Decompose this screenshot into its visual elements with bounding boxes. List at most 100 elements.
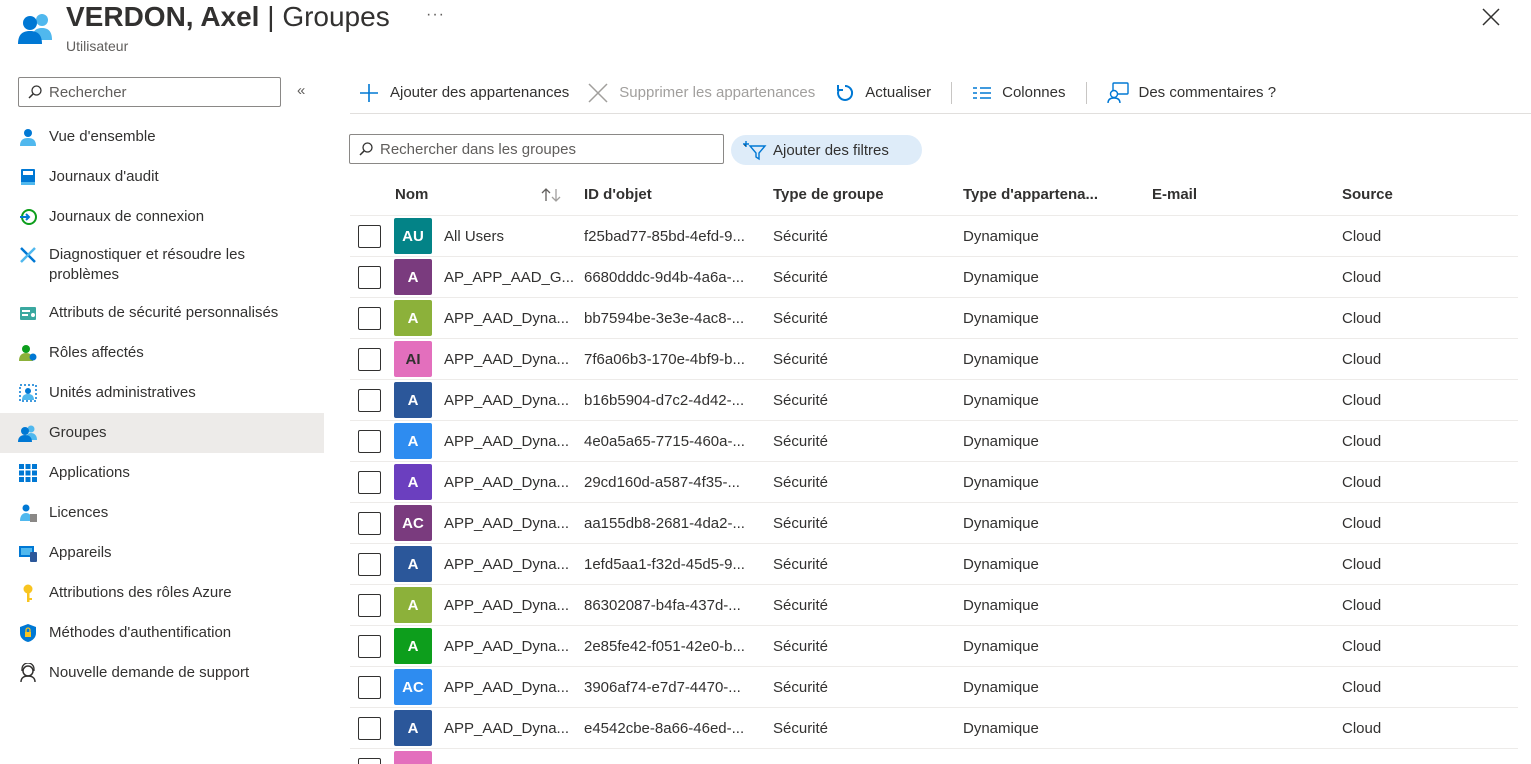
table-row[interactable]: A APP_AAD_Dyna... 1efd5aa1-f32d-45d5-9... S… <box>350 544 1518 585</box>
sidebar-item-label: Attributions des rôles Azure <box>49 584 232 601</box>
object-id-cell: 4e0a5a65-7715-460a-... <box>584 433 745 450</box>
table-row[interactable]: A APP_AAD_Dyna... 86302087-b4fa-437d-... Sé… <box>350 585 1518 626</box>
row-checkbox[interactable] <box>358 635 381 658</box>
admin-units-icon <box>19 384 37 402</box>
row-checkbox[interactable] <box>358 348 381 371</box>
object-id-cell: f25bad77-85bd-4efd-9... <box>584 228 745 245</box>
sidebar-item-auth-methods[interactable]: Méthodes d'authentification <box>0 613 324 653</box>
sidebar-item-security-attributes[interactable]: Attributs de sécurité personnalisés <box>0 293 324 333</box>
row-checkbox[interactable] <box>358 553 381 576</box>
object-id-cell: 6680dddc-9d4b-4a6a-... <box>584 269 745 286</box>
group-name-link[interactable]: APP_AAD_Dyna... <box>444 474 569 491</box>
group-name-link[interactable]: All Users <box>444 228 504 245</box>
group-name-link[interactable]: APP_AAD_Dyna... <box>444 679 569 696</box>
column-header-name[interactable]: Nom <box>395 186 428 203</box>
column-header-source[interactable]: Source <box>1342 186 1393 203</box>
column-header-object-id[interactable]: ID d'objet <box>584 186 652 203</box>
row-checkbox[interactable] <box>358 225 381 248</box>
columns-button[interactable]: Colonnes <box>972 84 1066 101</box>
table-row[interactable]: A APP_AAD_Dyna... bb7594be-3e3e-4ac8-... Sé… <box>350 298 1518 339</box>
group-name-link[interactable]: APP_AAD_Dyna... <box>444 310 569 327</box>
sidebar-item-label: Appareils <box>49 544 112 561</box>
sidebar-item-applications[interactable]: Applications <box>0 453 324 493</box>
table-row[interactable]: A APP_AAD_Dyna... 4e0a5a65-7715-460a-... Sé… <box>350 421 1518 462</box>
add-filters-button[interactable]: Ajouter des filtres <box>731 135 922 165</box>
table-row[interactable]: AC APP_AAD_Dyna... aa155db8-2681-4da2-... S… <box>350 503 1518 544</box>
group-name-link[interactable]: APP_AAD_Dyna... <box>444 597 569 614</box>
table-row[interactable]: A APP_AAD_Dyna... 29cd160d-a587-4f35-... Sé… <box>350 462 1518 503</box>
source-cell: Cloud <box>1342 679 1382 696</box>
remove-memberships-button[interactable]: Supprimer les appartenances <box>587 82 815 104</box>
group-avatar: A <box>394 423 432 459</box>
sidebar-item-groups[interactable]: Groupes <box>0 413 324 453</box>
page-subtitle: Utilisateur <box>66 38 129 54</box>
table-row[interactable]: A APP_AAD_Dyna... b16b5904-d7c2-4d42-... Sé… <box>350 380 1518 421</box>
row-checkbox[interactable] <box>358 430 381 453</box>
sidebar-item-overview[interactable]: Vue d'ensemble <box>0 117 324 157</box>
row-checkbox[interactable] <box>358 676 381 699</box>
sidebar-item-licenses[interactable]: Licences <box>0 493 324 533</box>
row-checkbox[interactable] <box>358 594 381 617</box>
close-icon[interactable] <box>1480 6 1502 28</box>
sidebar-item-azure-roles[interactable]: Attributions des rôles Azure <box>0 573 324 613</box>
source-cell: Cloud <box>1342 310 1382 327</box>
sidebar-item-admin-units[interactable]: Unités administratives <box>0 373 324 413</box>
sidebar-item-support[interactable]: Nouvelle demande de support <box>0 653 324 693</box>
apps-grid-icon <box>19 464 37 482</box>
group-name-link[interactable]: APP_AAD_Dyna... <box>444 433 569 450</box>
column-header-group-type[interactable]: Type de groupe <box>773 186 884 203</box>
group-type-cell: Sécurité <box>773 597 829 614</box>
group-type-cell: Sécurité <box>773 433 829 450</box>
sidebar-item-devices[interactable]: Appareils <box>0 533 324 573</box>
sidebar-search[interactable] <box>18 77 281 107</box>
user-icon <box>20 129 36 146</box>
table-row[interactable]: AI APP_AAD_Dyna... 7f6a06b3-170e-4bf9-b...… <box>350 339 1518 380</box>
row-checkbox[interactable] <box>358 512 381 535</box>
table-row[interactable]: AC APP_AAD_Dyna... 3906af74-e7d7-4470-... S… <box>350 667 1518 708</box>
group-search-input[interactable] <box>380 140 710 158</box>
column-header-membership-type[interactable]: Type d'appartena... <box>963 186 1098 203</box>
sidebar-item-assigned-roles[interactable]: Rôles affectés <box>0 333 324 373</box>
row-checkbox[interactable] <box>358 471 381 494</box>
refresh-button[interactable]: Actualiser <box>835 83 931 103</box>
row-checkbox[interactable] <box>358 717 381 740</box>
sidebar-item-audit-logs[interactable]: Journaux d'audit <box>0 157 324 197</box>
more-options-button[interactable]: ··· <box>426 6 445 24</box>
refresh-icon <box>837 84 854 101</box>
group-name-link[interactable]: APP_AAD_Dyna... <box>444 556 569 573</box>
table-header: Nom ID d'objet Type de groupe Type d'app… <box>350 174 1518 216</box>
sidebar-search-input[interactable] <box>49 83 269 101</box>
group-avatar: A <box>394 382 432 418</box>
table-row[interactable]: A APP_AAD_Dyna... 2e85fe42-f051-42e0-b... S… <box>350 626 1518 667</box>
group-name-link[interactable]: AP_APP_AAD_G... <box>444 269 574 286</box>
feedback-button[interactable]: Des commentaires ? <box>1106 81 1276 104</box>
sidebar-item-sign-in-logs[interactable]: Journaux de connexion <box>0 197 324 237</box>
column-header-email[interactable]: E-mail <box>1152 186 1197 203</box>
group-search[interactable] <box>349 134 724 164</box>
object-id-cell: 7f6a06b3-170e-4bf9-b... <box>584 351 745 368</box>
group-name-link[interactable]: APP_AAD_Dyna... <box>444 392 569 409</box>
table-row[interactable]: A APP_AAD_Dyna... e4542cbe-8a66-46ed-... Sé… <box>350 708 1518 749</box>
row-checkbox[interactable] <box>358 266 381 289</box>
sidebar-item-label: Vue d'ensemble <box>49 128 156 145</box>
table-row[interactable] <box>350 749 1518 764</box>
group-name-link[interactable]: APP_AAD_Dyna... <box>444 351 569 368</box>
sidebar-item-diagnose[interactable]: Diagnostiquer et résoudre les problèmes <box>0 237 324 293</box>
group-name-link[interactable]: APP_AAD_Dyna... <box>444 515 569 532</box>
row-checkbox[interactable] <box>358 758 381 764</box>
add-memberships-button[interactable]: Ajouter des appartenances <box>358 82 569 104</box>
devices-icon <box>19 546 37 562</box>
row-checkbox[interactable] <box>358 307 381 330</box>
row-checkbox[interactable] <box>358 389 381 412</box>
table-row[interactable]: AU All Users f25bad77-85bd-4efd-9... Sécuri… <box>350 216 1518 257</box>
group-name-link[interactable]: APP_AAD_Dyna... <box>444 638 569 655</box>
membership-type-cell: Dynamique <box>963 392 1039 409</box>
sort-icon[interactable] <box>540 187 562 203</box>
groups-icon <box>18 425 37 442</box>
group-name-link[interactable]: APP_AAD_Dyna... <box>444 720 569 737</box>
source-cell: Cloud <box>1342 269 1382 286</box>
table-row[interactable]: A AP_APP_AAD_G... 6680dddc-9d4b-4a6a-... Sé… <box>350 257 1518 298</box>
source-cell: Cloud <box>1342 638 1382 655</box>
membership-type-cell: Dynamique <box>963 269 1039 286</box>
collapse-sidebar-button[interactable]: « <box>297 82 305 99</box>
